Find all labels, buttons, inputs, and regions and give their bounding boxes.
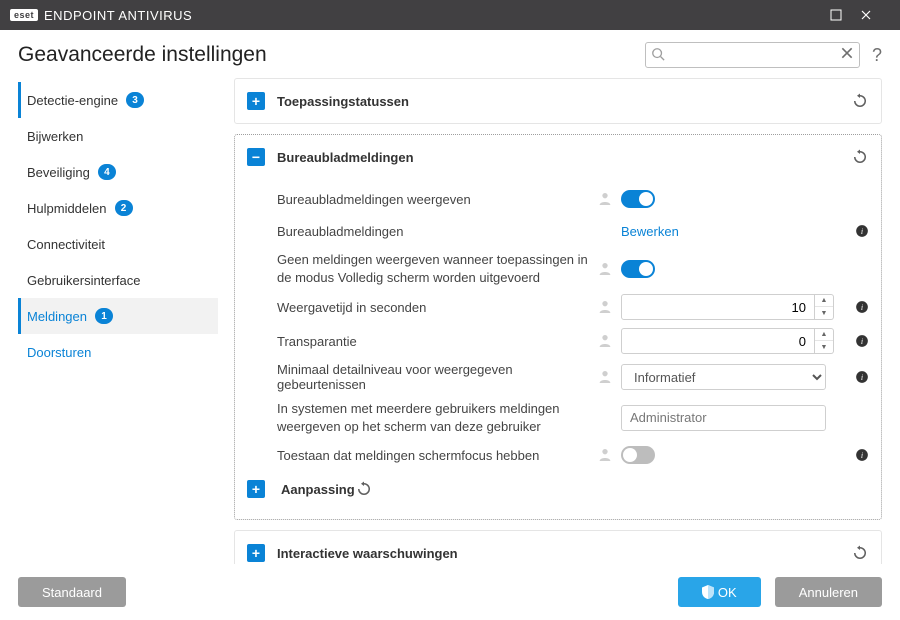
policy-icon — [597, 333, 613, 349]
setting-label: In systemen met meerdere gebruikers meld… — [277, 400, 597, 435]
spin-up-icon[interactable]: ▲ — [815, 295, 833, 307]
sidebar-item-ui[interactable]: Gebruikersinterface — [18, 262, 218, 298]
clear-search-icon[interactable] — [840, 46, 854, 60]
row-transparency: Transparantie ▲▼ i — [277, 324, 869, 358]
sidebar-item-label: Beveiliging — [27, 165, 90, 180]
default-button[interactable]: Standaard — [18, 577, 126, 607]
sidebar-item-update[interactable]: Bijwerken — [18, 118, 218, 154]
sidebar-item-label: Meldingen — [27, 309, 87, 324]
brand-badge: eset — [10, 9, 38, 21]
policy-icon — [597, 447, 613, 463]
sidebar-badge: 3 — [126, 92, 144, 108]
row-fullscreen-suppress: Geen meldingen weergeven wanneer toepass… — [277, 247, 869, 290]
spin-buttons[interactable]: ▲▼ — [815, 294, 834, 320]
panel-title: Bureaubladmeldingen — [277, 150, 414, 165]
toggle-fullscreen-suppress[interactable] — [621, 260, 655, 278]
verbosity-select[interactable]: Informatief — [621, 364, 826, 390]
row-verbosity: Minimaal detailniveau voor weergegeven g… — [277, 358, 869, 396]
page-title: Geavanceerde instellingen — [18, 43, 267, 67]
revert-icon[interactable] — [851, 544, 869, 562]
row-duration: Weergavetijd in seconden ▲▼ i — [277, 290, 869, 324]
spin-buttons[interactable]: ▲▼ — [815, 328, 834, 354]
search-input[interactable] — [645, 42, 860, 68]
sidebar-badge: 4 — [98, 164, 116, 180]
footer: Standaard OK Annuleren — [0, 564, 900, 620]
toggle-focus[interactable] — [621, 446, 655, 464]
toggle-show-notifications[interactable] — [621, 190, 655, 208]
policy-icon — [597, 299, 613, 315]
panel-title: Toepassingstatussen — [277, 94, 409, 109]
sidebar-item-tools[interactable]: Hulpmiddelen 2 — [18, 190, 218, 226]
revert-icon[interactable] — [851, 92, 869, 110]
search-icon — [651, 47, 665, 61]
policy-icon — [597, 261, 613, 277]
transparency-input[interactable] — [621, 328, 815, 354]
setting-label: Minimaal detailniveau voor weergegeven g… — [277, 362, 597, 392]
panel-desktop-notifications: − Bureaubladmeldingen Bureaubladmeldinge… — [234, 134, 882, 520]
info-icon[interactable]: i — [855, 224, 869, 238]
search-wrap — [645, 42, 860, 68]
panel-head-desktop-notifications[interactable]: − Bureaubladmeldingen — [235, 135, 881, 179]
row-focus: Toestaan dat meldingen schermfocus hebbe… — [277, 439, 869, 471]
cancel-button[interactable]: Annuleren — [775, 577, 882, 607]
setting-label: Bureaubladmeldingen — [277, 224, 597, 239]
expand-icon[interactable]: + — [247, 480, 265, 498]
window-minimize-icon[interactable] — [830, 9, 860, 21]
setting-label: Weergavetijd in seconden — [277, 300, 597, 315]
policy-icon — [597, 191, 613, 207]
sidebar-item-label: Doorsturen — [27, 345, 91, 360]
sidebar-badge: 1 — [95, 308, 113, 324]
sidebar-item-label: Connectiviteit — [27, 237, 105, 252]
row-multiuser: In systemen met meerdere gebruikers meld… — [277, 396, 869, 439]
sidebar-item-notifications[interactable]: Meldingen 1 — [18, 298, 218, 334]
sidebar-item-label: Gebruikersinterface — [27, 273, 140, 288]
setting-label: Transparantie — [277, 334, 597, 349]
brand-text: ENDPOINT ANTIVIRUS — [44, 8, 192, 23]
shield-icon — [702, 585, 714, 599]
spin-down-icon[interactable]: ▼ — [815, 341, 833, 353]
expand-icon[interactable]: + — [247, 92, 265, 110]
sidebar: Detectie-engine 3 Bijwerken Beveiliging … — [18, 78, 218, 570]
row-edit-notifications: Bureaubladmeldingen Bewerken i — [277, 215, 869, 247]
spin-up-icon[interactable]: ▲ — [815, 329, 833, 341]
info-icon[interactable]: i — [855, 300, 869, 314]
spin-down-icon[interactable]: ▼ — [815, 307, 833, 319]
sidebar-item-protection[interactable]: Beveiliging 4 — [18, 154, 218, 190]
setting-label: Toestaan dat meldingen schermfocus hebbe… — [277, 448, 597, 463]
info-icon[interactable]: i — [855, 448, 869, 462]
setting-label: Bureaubladmeldingen weergeven — [277, 192, 597, 207]
panel-application-statuses: + Toepassingstatussen — [234, 78, 882, 124]
header: Geavanceerde instellingen ? — [0, 30, 900, 78]
titlebar: eset ENDPOINT ANTIVIRUS — [0, 0, 900, 30]
content: + Toepassingstatussen − Bureaubladmeldin… — [218, 78, 882, 570]
sidebar-item-connectivity[interactable]: Connectiviteit — [18, 226, 218, 262]
setting-label: Geen meldingen weergeven wanneer toepass… — [277, 251, 597, 286]
sidebar-item-label: Bijwerken — [27, 129, 83, 144]
multiuser-input[interactable] — [621, 405, 826, 431]
ok-label: OK — [718, 585, 737, 600]
sidebar-badge: 2 — [115, 200, 133, 216]
revert-icon[interactable] — [851, 148, 869, 166]
info-icon[interactable]: i — [855, 334, 869, 348]
help-button[interactable]: ? — [872, 45, 882, 66]
collapse-icon[interactable]: − — [247, 148, 265, 166]
subsection-customization[interactable]: + Aanpassing — [235, 471, 869, 507]
expand-icon[interactable]: + — [247, 544, 265, 562]
info-icon[interactable]: i — [855, 370, 869, 384]
subsection-title: Aanpassing — [281, 482, 355, 497]
panel-title: Interactieve waarschuwingen — [277, 546, 458, 561]
row-show-notifications: Bureaubladmeldingen weergeven — [277, 183, 869, 215]
sidebar-item-label: Detectie-engine — [27, 93, 118, 108]
panel-head-application-statuses[interactable]: + Toepassingstatussen — [235, 79, 881, 123]
sidebar-subitem-forwarding[interactable]: Doorsturen — [18, 334, 218, 370]
ok-button[interactable]: OK — [678, 577, 761, 607]
edit-link[interactable]: Bewerken — [621, 224, 679, 239]
revert-icon[interactable] — [355, 480, 373, 498]
duration-input[interactable] — [621, 294, 815, 320]
sidebar-item-detection-engine[interactable]: Detectie-engine 3 — [18, 82, 218, 118]
window-close-icon[interactable] — [860, 9, 890, 21]
sidebar-item-label: Hulpmiddelen — [27, 201, 107, 216]
policy-icon — [597, 369, 613, 385]
